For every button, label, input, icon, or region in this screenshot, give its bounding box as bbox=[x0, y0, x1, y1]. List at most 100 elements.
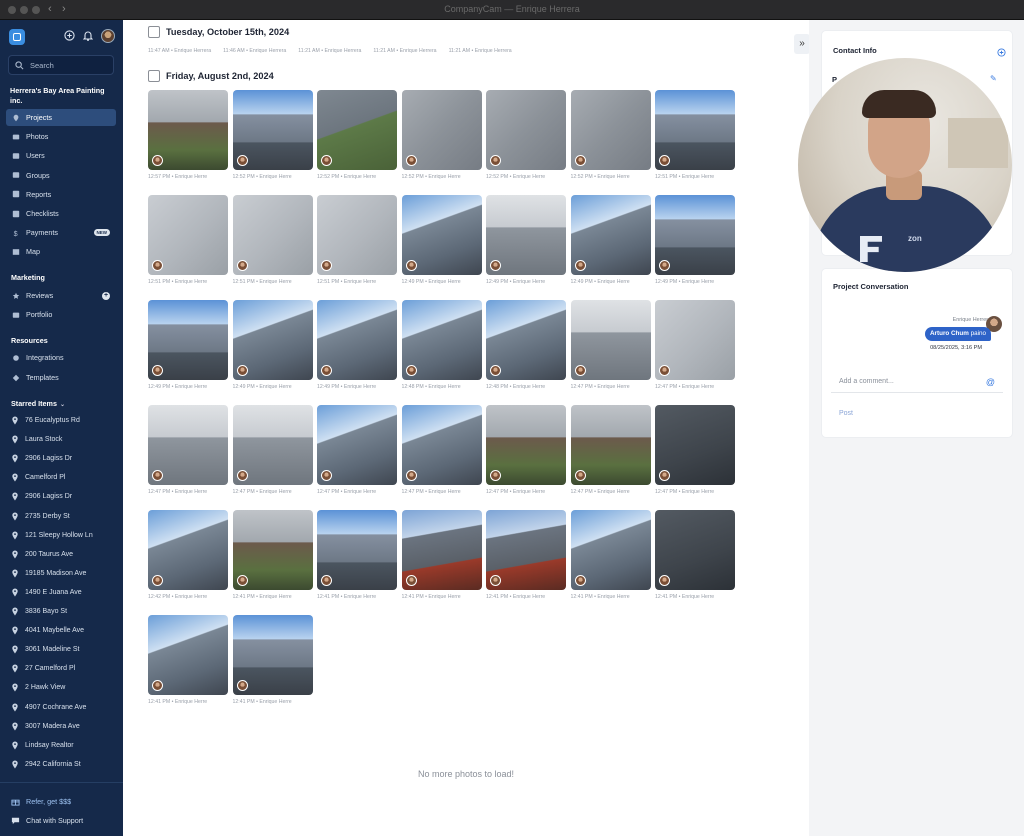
photo-thumbnail[interactable] bbox=[148, 510, 228, 590]
photo-thumbnail[interactable] bbox=[401, 195, 482, 275]
photo-thumbnail[interactable] bbox=[570, 90, 651, 170]
photo-thumbnail[interactable] bbox=[232, 405, 313, 485]
photo-thumbnail[interactable] bbox=[655, 300, 735, 380]
photo-thumbnail[interactable] bbox=[401, 510, 482, 590]
photo-thumbnail[interactable] bbox=[148, 195, 228, 275]
photo-thumbnail[interactable] bbox=[655, 195, 735, 275]
starred-item[interactable]: 2 Hawk View bbox=[6, 679, 116, 696]
starred-item[interactable]: 3007 Madera Ave bbox=[6, 718, 116, 735]
photo-thumbnail[interactable] bbox=[570, 300, 651, 380]
starred-item[interactable]: 2906 Lagiss Dr bbox=[6, 488, 116, 505]
photo-thumbnail[interactable] bbox=[148, 300, 228, 380]
pin-icon bbox=[12, 626, 18, 635]
search-input[interactable]: Search bbox=[8, 55, 114, 75]
chat-support-link[interactable]: Chat with Support bbox=[11, 816, 83, 825]
portfolio-icon bbox=[11, 310, 20, 319]
edit-pencil-icon[interactable]: ✎ bbox=[990, 74, 997, 83]
groups-icon bbox=[11, 171, 20, 180]
add-contact-icon[interactable] bbox=[997, 44, 1006, 62]
starred-item[interactable]: 27 Camelford Pl bbox=[6, 660, 116, 677]
starred-item[interactable]: 2906 Lagiss Dr bbox=[6, 450, 116, 467]
starred-item[interactable]: 76 Eucalyptus Rd bbox=[6, 412, 116, 429]
starred-item[interactable]: Lindsay Realtor bbox=[6, 737, 116, 754]
photo-thumbnail[interactable] bbox=[486, 90, 566, 170]
starred-item[interactable]: 4907 Cochrane Ave bbox=[6, 699, 116, 716]
sidebar-item-portfolio[interactable]: Portfolio bbox=[6, 306, 116, 323]
starred-item[interactable]: 1490 E Juana Ave bbox=[6, 584, 116, 601]
photo-thumbnail[interactable] bbox=[570, 195, 651, 275]
photo-thumbnail[interactable] bbox=[148, 405, 228, 485]
photo-thumbnail[interactable] bbox=[486, 300, 566, 380]
add-icon[interactable] bbox=[63, 30, 75, 42]
starred-item[interactable]: 2735 Derby St bbox=[6, 508, 116, 525]
pin-icon bbox=[12, 550, 18, 559]
starred-item[interactable]: 121 Sleepy Hollow Ln bbox=[6, 527, 116, 544]
photo-thumbnail[interactable] bbox=[148, 615, 228, 695]
sidebar-item-projects[interactable]: Projects bbox=[6, 109, 116, 126]
sidebar-item-reports[interactable]: Reports bbox=[6, 186, 116, 203]
starred-item[interactable]: 3061 Madeline St bbox=[6, 641, 116, 658]
starred-item[interactable]: 19185 Madison Ave bbox=[6, 565, 116, 582]
photo-thumbnail[interactable] bbox=[232, 300, 313, 380]
photo-thumbnail[interactable] bbox=[655, 90, 735, 170]
app-logo-icon[interactable] bbox=[9, 29, 25, 45]
starred-item[interactable]: Laura Stock bbox=[6, 431, 116, 448]
photo-thumbnail[interactable] bbox=[232, 615, 313, 695]
bell-icon[interactable] bbox=[82, 30, 94, 42]
uploader-avatar bbox=[659, 155, 670, 166]
photo-thumbnail[interactable] bbox=[655, 405, 735, 485]
sidebar-item-label: Reviews bbox=[26, 291, 54, 300]
sidebar-item-reviews[interactable]: Reviews + bbox=[6, 287, 116, 304]
select-date-checkbox[interactable] bbox=[148, 26, 160, 38]
photo-thumbnail[interactable] bbox=[570, 510, 651, 590]
sidebar-item-templates[interactable]: Templates bbox=[6, 369, 116, 386]
photo-thumbnail[interactable] bbox=[570, 405, 651, 485]
add-review-icon[interactable]: + bbox=[102, 291, 110, 300]
photo-thumbnail[interactable] bbox=[148, 90, 228, 170]
pin-icon bbox=[12, 760, 18, 769]
sidebar-item-users[interactable]: Users bbox=[6, 147, 116, 164]
photo-thumbnail[interactable] bbox=[401, 300, 482, 380]
photo-thumbnail[interactable] bbox=[317, 195, 397, 275]
sidebar-item-checklists[interactable]: Checklists bbox=[6, 205, 116, 222]
starred-item-label: Laura Stock bbox=[25, 436, 63, 444]
photo-thumbnail[interactable] bbox=[317, 405, 397, 485]
sidebar-item-groups[interactable]: Groups bbox=[6, 167, 116, 184]
photo-thumbnail[interactable] bbox=[317, 300, 397, 380]
comment-input[interactable]: Add a comment... @ bbox=[831, 371, 1003, 393]
user-avatar[interactable] bbox=[101, 29, 115, 43]
photo-thumbnail[interactable] bbox=[232, 195, 313, 275]
photo-thumbnail[interactable] bbox=[232, 510, 313, 590]
sidebar-item-map[interactable]: Map bbox=[6, 243, 116, 260]
starred-item[interactable]: Camelford Pl bbox=[6, 469, 116, 486]
starred-item[interactable]: 4041 Maybelle Ave bbox=[6, 622, 116, 639]
photo-thumbnail[interactable] bbox=[486, 510, 566, 590]
photo-caption: 12:49 PM • Enrique Herre bbox=[401, 279, 461, 285]
sidebar-item-payments[interactable]: $ Payments NEW bbox=[6, 224, 116, 241]
photo-caption: 12:41 PM • Enrique Herre bbox=[401, 594, 461, 600]
starred-heading[interactable]: Starred Items ⌄ bbox=[11, 399, 65, 408]
sidebar-item-integrations[interactable]: Integrations bbox=[6, 349, 116, 366]
photo-caption: 12:48 PM • Enrique Herre bbox=[401, 384, 461, 390]
starred-item[interactable]: 200 Taurus Ave bbox=[6, 546, 116, 563]
select-date-checkbox[interactable] bbox=[148, 70, 160, 82]
photo-thumbnail[interactable] bbox=[401, 405, 482, 485]
sidebar-item-label: Reports bbox=[26, 189, 52, 199]
photo-thumbnail[interactable] bbox=[317, 510, 397, 590]
photo-thumbnail[interactable] bbox=[317, 90, 397, 170]
date-group-header: Tuesday, October 15th, 2024 bbox=[148, 26, 289, 38]
refer-link[interactable]: Refer, get $$$ bbox=[11, 797, 71, 806]
photo-thumbnail[interactable] bbox=[232, 90, 313, 170]
app-window: ‹ › CompanyCam — Enrique Herrera Search … bbox=[0, 0, 1024, 836]
photo-thumbnail[interactable] bbox=[486, 405, 566, 485]
starred-item[interactable]: 2942 California St bbox=[6, 756, 116, 773]
photo-thumbnail[interactable] bbox=[401, 90, 482, 170]
expand-panel-button[interactable]: » bbox=[794, 34, 810, 54]
mention-at-icon[interactable]: @ bbox=[986, 371, 995, 393]
starred-item[interactable]: 3836 Bayo St bbox=[6, 603, 116, 620]
mention[interactable]: Arturo Chum bbox=[930, 330, 969, 337]
sidebar-item-photos[interactable]: Photos bbox=[6, 128, 116, 145]
post-button[interactable]: Post bbox=[839, 410, 853, 417]
photo-thumbnail[interactable] bbox=[655, 510, 735, 590]
photo-thumbnail[interactable] bbox=[486, 195, 566, 275]
